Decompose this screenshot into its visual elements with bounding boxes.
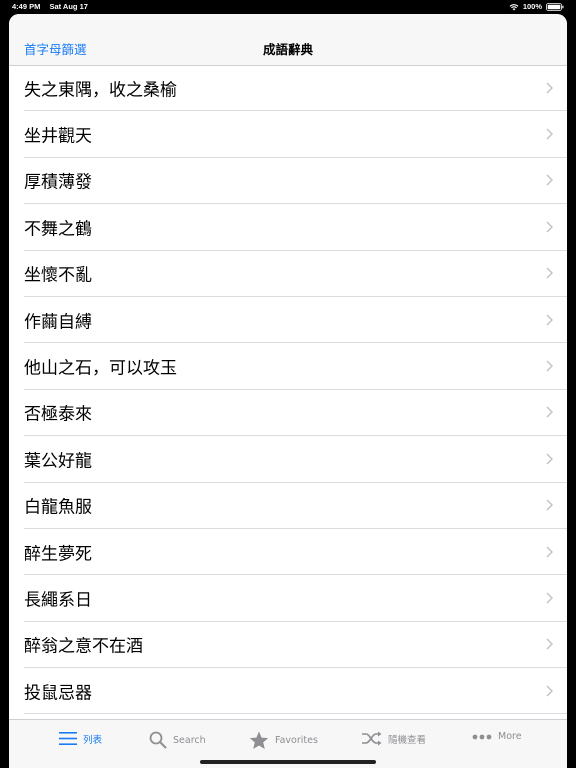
list-item[interactable]: 醉生夢死 xyxy=(24,529,567,576)
list-item-label: 葉公好龍 xyxy=(24,451,92,472)
status-left: 4:49 PM Sat Aug 17 xyxy=(12,2,95,11)
list-item[interactable]: 失之東隅，收之桑榆 xyxy=(24,65,567,112)
chevron-right-icon xyxy=(546,406,553,418)
home-indicator[interactable] xyxy=(200,760,376,764)
chevron-right-icon xyxy=(546,82,553,94)
list-item-label: 醉翁之意不在酒 xyxy=(24,636,143,657)
list-icon xyxy=(59,732,77,745)
search-icon xyxy=(149,731,167,749)
chevron-right-icon xyxy=(546,546,553,558)
status-bar: 4:49 PM Sat Aug 17 100% xyxy=(0,0,576,13)
tab-label: Favorites xyxy=(275,735,318,746)
shuffle-icon xyxy=(362,731,382,746)
list-item-label: 不舞之鶴 xyxy=(24,219,92,240)
list-item[interactable]: 厚積薄發 xyxy=(24,158,567,205)
list-item[interactable]: 白龍魚服 xyxy=(24,483,567,529)
tab-favorites[interactable]: Favorites xyxy=(249,731,318,750)
list-item-label: 否極泰來 xyxy=(24,404,92,425)
list-item[interactable]: 坐井觀天 xyxy=(24,111,567,158)
chevron-right-icon xyxy=(546,499,553,511)
list-item[interactable]: 醉翁之意不在酒 xyxy=(24,622,567,669)
battery-icon xyxy=(546,2,564,11)
more-icon xyxy=(472,734,492,739)
chevron-right-icon xyxy=(546,685,553,697)
list-item-label: 坐懷不亂 xyxy=(24,265,92,286)
list-item-label: 厚積薄發 xyxy=(24,172,92,193)
list-item-label: 失之東隅，收之桑榆 xyxy=(24,80,177,101)
chevron-right-icon xyxy=(546,221,553,233)
tab-list[interactable]: 列表 xyxy=(59,731,102,746)
chevron-right-icon xyxy=(546,453,553,465)
list-item[interactable]: 長繩系日 xyxy=(24,575,567,622)
tab-label: 隨機查看 xyxy=(388,734,427,746)
list-item-label: 他山之石，可以攻玉 xyxy=(24,358,177,379)
chevron-right-icon xyxy=(546,592,553,604)
tab-search[interactable]: Search xyxy=(149,731,206,749)
wifi-icon xyxy=(509,3,519,11)
battery-percent: 100% xyxy=(522,2,542,11)
list-item-label: 投鼠忌器 xyxy=(24,683,92,704)
tab-more[interactable]: More xyxy=(472,731,522,742)
chevron-right-icon xyxy=(546,128,553,140)
main-sheet: 首字母篩選 成語辭典 失之東隅，收之桑榆 坐井觀天 厚積薄發 不舞之鶴 坐懷不亂… xyxy=(9,14,567,768)
tab-label: Search xyxy=(173,734,206,746)
list-item[interactable]: 作繭自縛 xyxy=(24,297,567,344)
status-time: 4:49 PM xyxy=(12,2,41,11)
tab-label: More xyxy=(498,731,522,742)
navigation-bar: 首字母篩選 成語辭典 xyxy=(9,14,567,66)
status-right: 100% xyxy=(509,2,564,11)
status-date: Sat Aug 17 xyxy=(49,2,88,11)
page-title: 成語辭典 xyxy=(262,42,313,57)
chevron-right-icon xyxy=(546,267,553,279)
list-item[interactable]: 坐懷不亂 xyxy=(24,251,567,297)
list-item[interactable]: 否極泰來 xyxy=(24,390,567,437)
list-item-label: 醉生夢死 xyxy=(24,544,92,565)
idiom-list: 失之東隅，收之桑榆 坐井觀天 厚積薄發 不舞之鶴 坐懷不亂 作繭自縛 他山之石，… xyxy=(9,65,567,715)
list-item-label: 坐井觀天 xyxy=(24,126,92,147)
list-item[interactable]: 葉公好龍 xyxy=(24,436,567,483)
list-item-label: 長繩系日 xyxy=(24,590,92,611)
list-item-label: 作繭自縛 xyxy=(24,312,92,333)
list-item[interactable]: 投鼠忌器 xyxy=(24,668,567,715)
chevron-right-icon xyxy=(546,174,553,186)
list-item[interactable]: 不舞之鶴 xyxy=(24,204,567,251)
list-item-label: 白龍魚服 xyxy=(24,497,92,518)
tab-label: 列表 xyxy=(83,734,103,746)
list-item[interactable]: 他山之石，可以攻玉 xyxy=(24,343,567,390)
chevron-right-icon xyxy=(546,360,553,372)
tab-random[interactable]: 隨機查看 xyxy=(362,731,426,746)
star-icon xyxy=(249,731,269,749)
chevron-right-icon xyxy=(546,314,553,326)
chevron-right-icon xyxy=(546,638,553,650)
